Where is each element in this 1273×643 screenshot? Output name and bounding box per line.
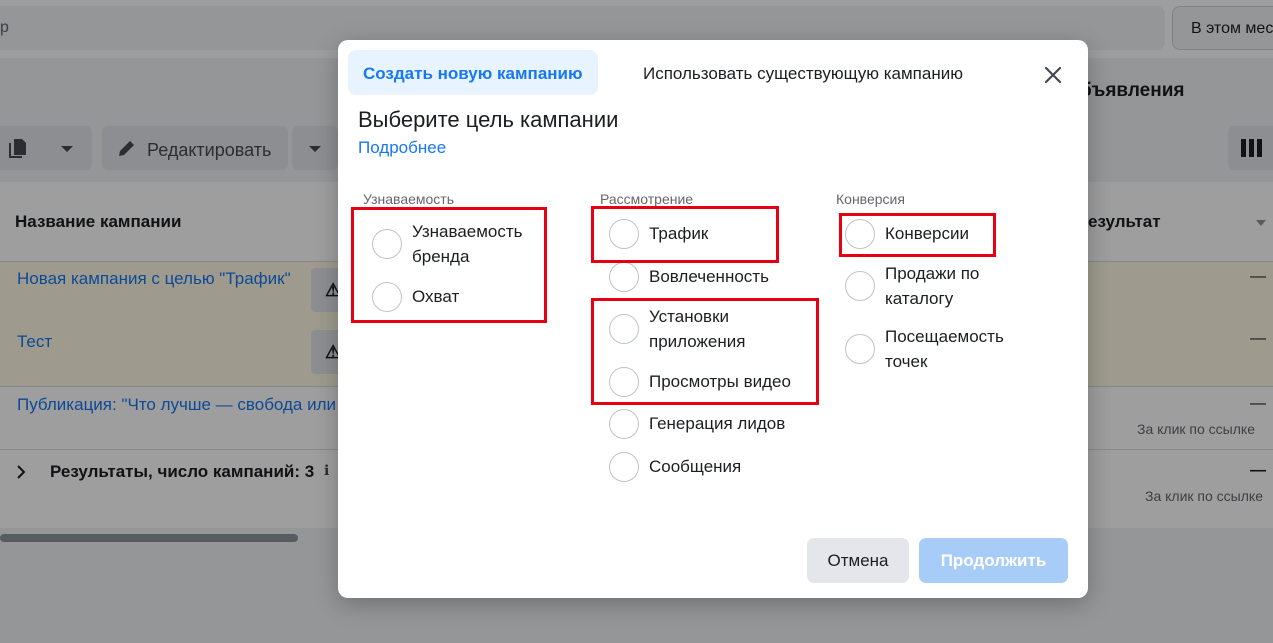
dialog-title: Выберите цель кампании [358,107,619,132]
radio-button[interactable] [609,409,639,439]
column-heading-awareness: Узнаваемость [363,191,455,207]
option-label: Узнаваемость бренда [412,222,523,266]
option-engagement[interactable]: Вовлеченность [609,262,769,292]
cancel-button[interactable]: Отмена [807,538,909,583]
option-label: Продажи по каталогу [885,264,980,308]
close-icon[interactable] [1038,60,1068,90]
option-label: Охват [412,287,460,306]
radio-button[interactable] [609,262,639,292]
option-label: Генерация лидов [649,414,786,433]
column-heading-conversion: Конверсия [836,191,905,207]
option-lead-generation[interactable]: Генерация лидов [609,409,785,439]
column-heading-consideration: Рассмотрение [600,191,694,207]
option-label: Вовлеченность [649,267,769,286]
continue-button[interactable]: Продолжить [919,538,1068,583]
radio-button[interactable] [845,334,875,364]
radio-button[interactable] [372,229,402,259]
option-catalog-sales[interactable]: Продажи по каталогу [845,261,1025,311]
radio-button[interactable] [845,219,875,249]
option-app-installs[interactable]: Установки приложения [609,304,779,354]
learn-more-link[interactable]: Подробнее [358,138,446,158]
radio-button[interactable] [609,314,639,344]
option-brand-awareness[interactable]: Узнаваемость бренда [372,219,542,269]
option-label: Трафик [649,224,709,243]
option-store-traffic[interactable]: Посещаемость точек [845,324,1025,374]
option-video-views[interactable]: Просмотры видео [609,367,791,397]
option-messages[interactable]: Сообщения [609,452,741,482]
radio-button[interactable] [845,271,875,301]
option-traffic[interactable]: Трафик [609,219,708,249]
campaign-objective-dialog: Создать новую кампанию Использовать суще… [338,40,1088,598]
option-label: Просмотры видео [649,372,791,391]
radio-button[interactable] [372,282,402,312]
option-label: Посещаемость точек [885,327,1004,371]
option-label: Установки приложения [649,307,746,351]
radio-button[interactable] [609,452,639,482]
option-label: Конверсии [885,224,969,243]
option-label: Сообщения [649,457,742,476]
tab-create-new-campaign[interactable]: Создать новую кампанию [348,50,598,95]
radio-button[interactable] [609,219,639,249]
tab-use-existing-campaign[interactable]: Использовать существующую кампанию [628,50,978,95]
option-reach[interactable]: Охват [372,282,459,312]
option-conversions[interactable]: Конверсии [845,219,969,249]
radio-button[interactable] [609,367,639,397]
